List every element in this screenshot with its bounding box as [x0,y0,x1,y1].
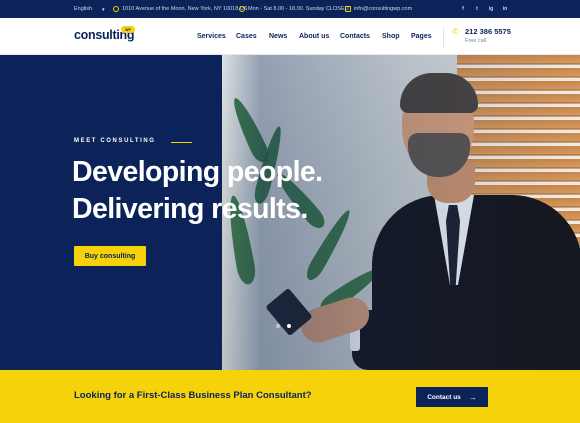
email-info[interactable]: info@consultingwp.com [345,0,412,18]
contact-us-button[interactable]: Contact us → [416,387,488,407]
instagram-icon[interactable]: ig [487,0,495,18]
email-link[interactable]: info@consultingwp.com [354,6,412,12]
cta-text: Looking for a First-Class Business Plan … [74,390,312,401]
slider-dots [276,324,291,328]
hero-section: MEET CONSULTING Developing people. Deliv… [0,55,580,370]
eyebrow-line [171,142,192,143]
phone-icon: ✆ [452,27,459,36]
top-bar: English ▼ 1010 Avenue of the Moon, New Y… [0,0,580,18]
arrow-right-icon: → [468,392,477,402]
slider-dot-1[interactable] [276,324,280,328]
hours-text: Mon - Sat 8.00 - 18.00. Sunday CLOSED [248,6,349,12]
chevron-down-icon: ▼ [101,6,106,12]
headline-line-2: Delivering results. [72,193,308,225]
nav-cases[interactable]: Cases [236,18,257,55]
logo-badge: WP [121,26,135,33]
hero-eyebrow: MEET CONSULTING [74,138,156,144]
phone-number[interactable]: 212 386 5575 [465,27,511,36]
slider-dot-2[interactable] [287,324,291,328]
nav-services[interactable]: Services [197,18,226,55]
nav-pages[interactable]: Pages [411,18,432,55]
clock-icon [239,6,245,12]
contact-us-label: Contact us [427,393,461,401]
twitter-icon[interactable]: t [473,0,481,18]
main-header: consulting WP Services Cases News About … [0,18,580,55]
facebook-icon[interactable]: f [459,0,467,18]
hero-headline: Developing people. Delivering results. [72,154,372,228]
header-divider [443,27,444,47]
language-selector[interactable]: English ▼ [74,0,106,18]
cta-bar: Looking for a First-Class Business Plan … [0,370,580,423]
nav-shop[interactable]: Shop [382,18,400,55]
nav-contacts[interactable]: Contacts [340,18,370,55]
location-icon [113,6,119,12]
nav-news[interactable]: News [269,18,287,55]
address-text: 1010 Avenue of the Moon, New York, NY 10… [122,6,248,12]
phone-note: Free call [465,38,487,44]
linkedin-icon[interactable]: in [501,0,509,18]
mail-icon [345,6,351,12]
nav-about-us[interactable]: About us [299,18,329,55]
hours-info: Mon - Sat 8.00 - 18.00. Sunday CLOSED [239,0,349,18]
address-info: 1010 Avenue of the Moon, New York, NY 10… [113,0,247,18]
language-label: English [74,6,93,12]
headline-line-1: Developing people. [72,156,323,188]
buy-consulting-button[interactable]: Buy consulting [74,246,146,266]
